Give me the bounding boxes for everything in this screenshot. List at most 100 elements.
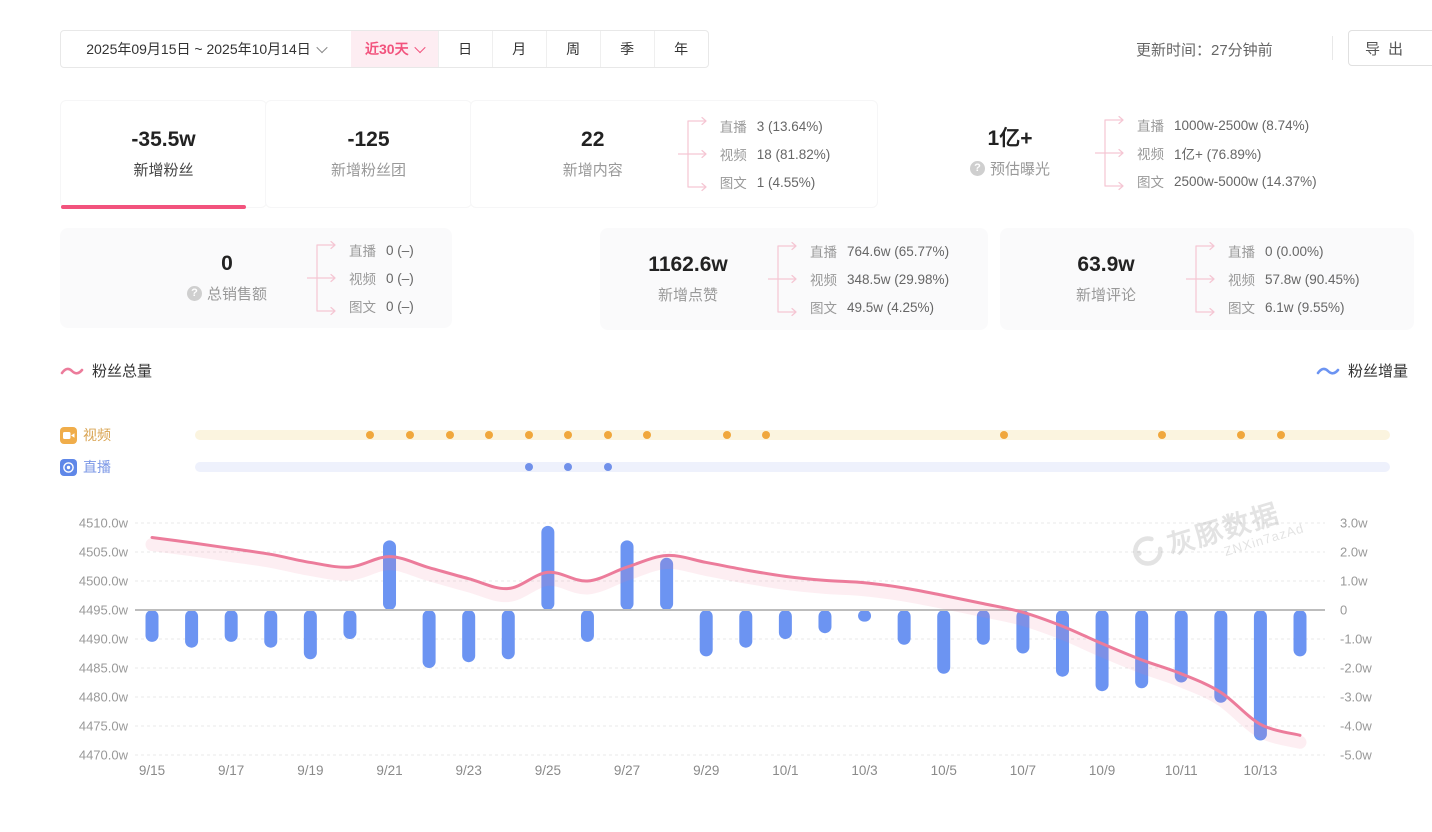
video-track: 视频 (60, 426, 1360, 444)
live-marker-dot[interactable] (604, 463, 612, 471)
svg-text:9/29: 9/29 (693, 763, 719, 778)
chevron-down-icon (414, 42, 425, 53)
svg-text:9/23: 9/23 (456, 763, 482, 778)
live-marker-dot[interactable] (525, 463, 533, 471)
stat-card-new-followers[interactable]: -35.5w 新增粉丝 (60, 100, 267, 208)
tab-day[interactable]: 日 (438, 31, 492, 67)
chevron-down-icon (316, 42, 327, 53)
svg-text:10/7: 10/7 (1010, 763, 1036, 778)
video-marker-dot[interactable] (643, 431, 651, 439)
svg-text:10/5: 10/5 (931, 763, 957, 778)
svg-text:4490.0w: 4490.0w (79, 632, 129, 647)
video-marker-dot[interactable] (604, 431, 612, 439)
stat-card-new-comments: 63.9w 新增评论 直播0 (0.00%) 视频57.8w (90.45%) … (1000, 228, 1414, 330)
svg-text:10/3: 10/3 (851, 763, 877, 778)
svg-text:9/19: 9/19 (297, 763, 323, 778)
svg-text:4505.0w: 4505.0w (79, 545, 129, 560)
breakdown-row: 直播764.6w (65.77%) (810, 237, 970, 265)
tab-week[interactable]: 周 (546, 31, 600, 67)
breakdown-row: 图文1 (4.55%) (720, 168, 831, 196)
svg-text:9/15: 9/15 (139, 763, 165, 778)
video-marker-dot[interactable] (723, 431, 731, 439)
svg-text:4510.0w: 4510.0w (79, 516, 129, 531)
stat-value: 0 (221, 253, 233, 274)
tab-month[interactable]: 月 (492, 31, 546, 67)
svg-text:9/27: 9/27 (614, 763, 640, 778)
breakdown-row: 图文0 (–) (349, 292, 441, 320)
video-marker-dot[interactable] (406, 431, 414, 439)
stat-card-total-sales: 0 ? 总销售额 直播0 (–) 视频0 (–) 图文0 (–) (60, 228, 452, 328)
svg-text:4485.0w: 4485.0w (79, 661, 129, 676)
svg-text:4495.0w: 4495.0w (79, 603, 129, 618)
video-track-bar (195, 430, 1390, 440)
update-time-text: 更新时间：27分钟前 (1136, 39, 1273, 60)
breakdown-row: 视频348.5w (29.98%) (810, 265, 970, 293)
svg-text:-5.0w: -5.0w (1340, 748, 1372, 763)
stat-value: -125 (347, 129, 389, 150)
legend-follower-increment: 粉丝增量 (1316, 360, 1408, 381)
breakdown-row: 图文6.1w (9.55%) (1228, 293, 1378, 321)
stat-label: ? 预估曝光 (970, 158, 1050, 179)
video-marker-dot[interactable] (485, 431, 493, 439)
breakdown-row: 直播0 (0.00%) (1228, 237, 1378, 265)
video-marker-dot[interactable] (1158, 431, 1166, 439)
breakdown-row: 直播1000w-2500w (8.74%) (1137, 111, 1397, 139)
date-range-selector[interactable]: 2025年09月15日 ~ 2025年10月14日 (61, 31, 351, 67)
analytics-dashboard: 2025年09月15日 ~ 2025年10月14日 近30天 日 月 周 季 年… (0, 0, 1432, 832)
legend-label: 粉丝增量 (1348, 360, 1408, 381)
stat-label: 新增粉丝 (133, 159, 193, 180)
tab-year[interactable]: 年 (654, 31, 708, 67)
toolbar-divider (1332, 36, 1333, 60)
svg-text:10/13: 10/13 (1244, 763, 1278, 778)
live-icon (60, 459, 77, 476)
stat-label: 新增内容 (563, 159, 623, 180)
svg-text:4470.0w: 4470.0w (79, 748, 129, 763)
svg-text:0: 0 (1340, 603, 1347, 618)
svg-text:9/25: 9/25 (535, 763, 561, 778)
video-marker-dot[interactable] (1237, 431, 1245, 439)
video-marker-dot[interactable] (762, 431, 770, 439)
tab-quarter[interactable]: 季 (600, 31, 654, 67)
video-marker-dot[interactable] (525, 431, 533, 439)
svg-text:10/11: 10/11 (1165, 763, 1198, 778)
video-marker-dot[interactable] (564, 431, 572, 439)
breakdown-connector (678, 112, 710, 196)
svg-text:9/21: 9/21 (376, 763, 402, 778)
video-marker-dot[interactable] (1000, 431, 1008, 439)
svg-text:3.0w: 3.0w (1340, 516, 1368, 531)
legend-total-followers: 粉丝总量 (60, 360, 152, 381)
stat-value: -35.5w (131, 129, 195, 150)
followers-chart: 4510.0w3.0w4505.0w2.0w4500.0w1.0w4495.0w… (0, 498, 1432, 798)
live-marker-dot[interactable] (564, 463, 572, 471)
svg-text:10/1: 10/1 (772, 763, 798, 778)
blue-wave-icon (1316, 364, 1340, 378)
pink-wave-icon (60, 364, 84, 378)
breakdown-row: 直播3 (13.64%) (720, 112, 831, 140)
live-track-label: 直播 (83, 457, 111, 477)
svg-text:-1.0w: -1.0w (1340, 632, 1372, 647)
breakdown-row: 视频18 (81.82%) (720, 140, 831, 168)
video-marker-dot[interactable] (446, 431, 454, 439)
export-button[interactable]: 导出 (1348, 30, 1432, 66)
breakdown-connector (307, 236, 339, 320)
date-filter-control: 2025年09月15日 ~ 2025年10月14日 近30天 日 月 周 季 年 (60, 30, 709, 68)
svg-text:1.0w: 1.0w (1340, 574, 1368, 589)
video-marker-dot[interactable] (1277, 431, 1285, 439)
legend-label: 粉丝总量 (92, 360, 152, 381)
stat-label: 新增粉丝团 (331, 159, 406, 180)
help-icon[interactable]: ? (970, 161, 985, 176)
stat-card-new-likes: 1162.6w 新增点赞 直播764.6w (65.77%) 视频348.5w … (600, 228, 988, 330)
video-marker-dot[interactable] (366, 431, 374, 439)
stat-label: ? 总销售额 (187, 283, 267, 304)
svg-text:4475.0w: 4475.0w (79, 719, 129, 734)
stat-label: 新增点赞 (658, 284, 718, 305)
stat-card-new-fanclub[interactable]: -125 新增粉丝团 (265, 100, 472, 208)
svg-text:9/17: 9/17 (218, 763, 244, 778)
stat-card-estimated-exposure: 1亿+ ? 预估曝光 直播1000w-2500w (8.74%) 视频1亿+ (… (906, 100, 1426, 206)
video-icon (60, 427, 77, 444)
breakdown-row: 图文49.5w (4.25%) (810, 293, 970, 321)
live-track-bar (195, 462, 1390, 472)
quick-range-tab[interactable]: 近30天 (351, 31, 438, 67)
help-icon[interactable]: ? (187, 286, 202, 301)
breakdown-row: 图文2500w-5000w (14.37%) (1137, 167, 1397, 195)
